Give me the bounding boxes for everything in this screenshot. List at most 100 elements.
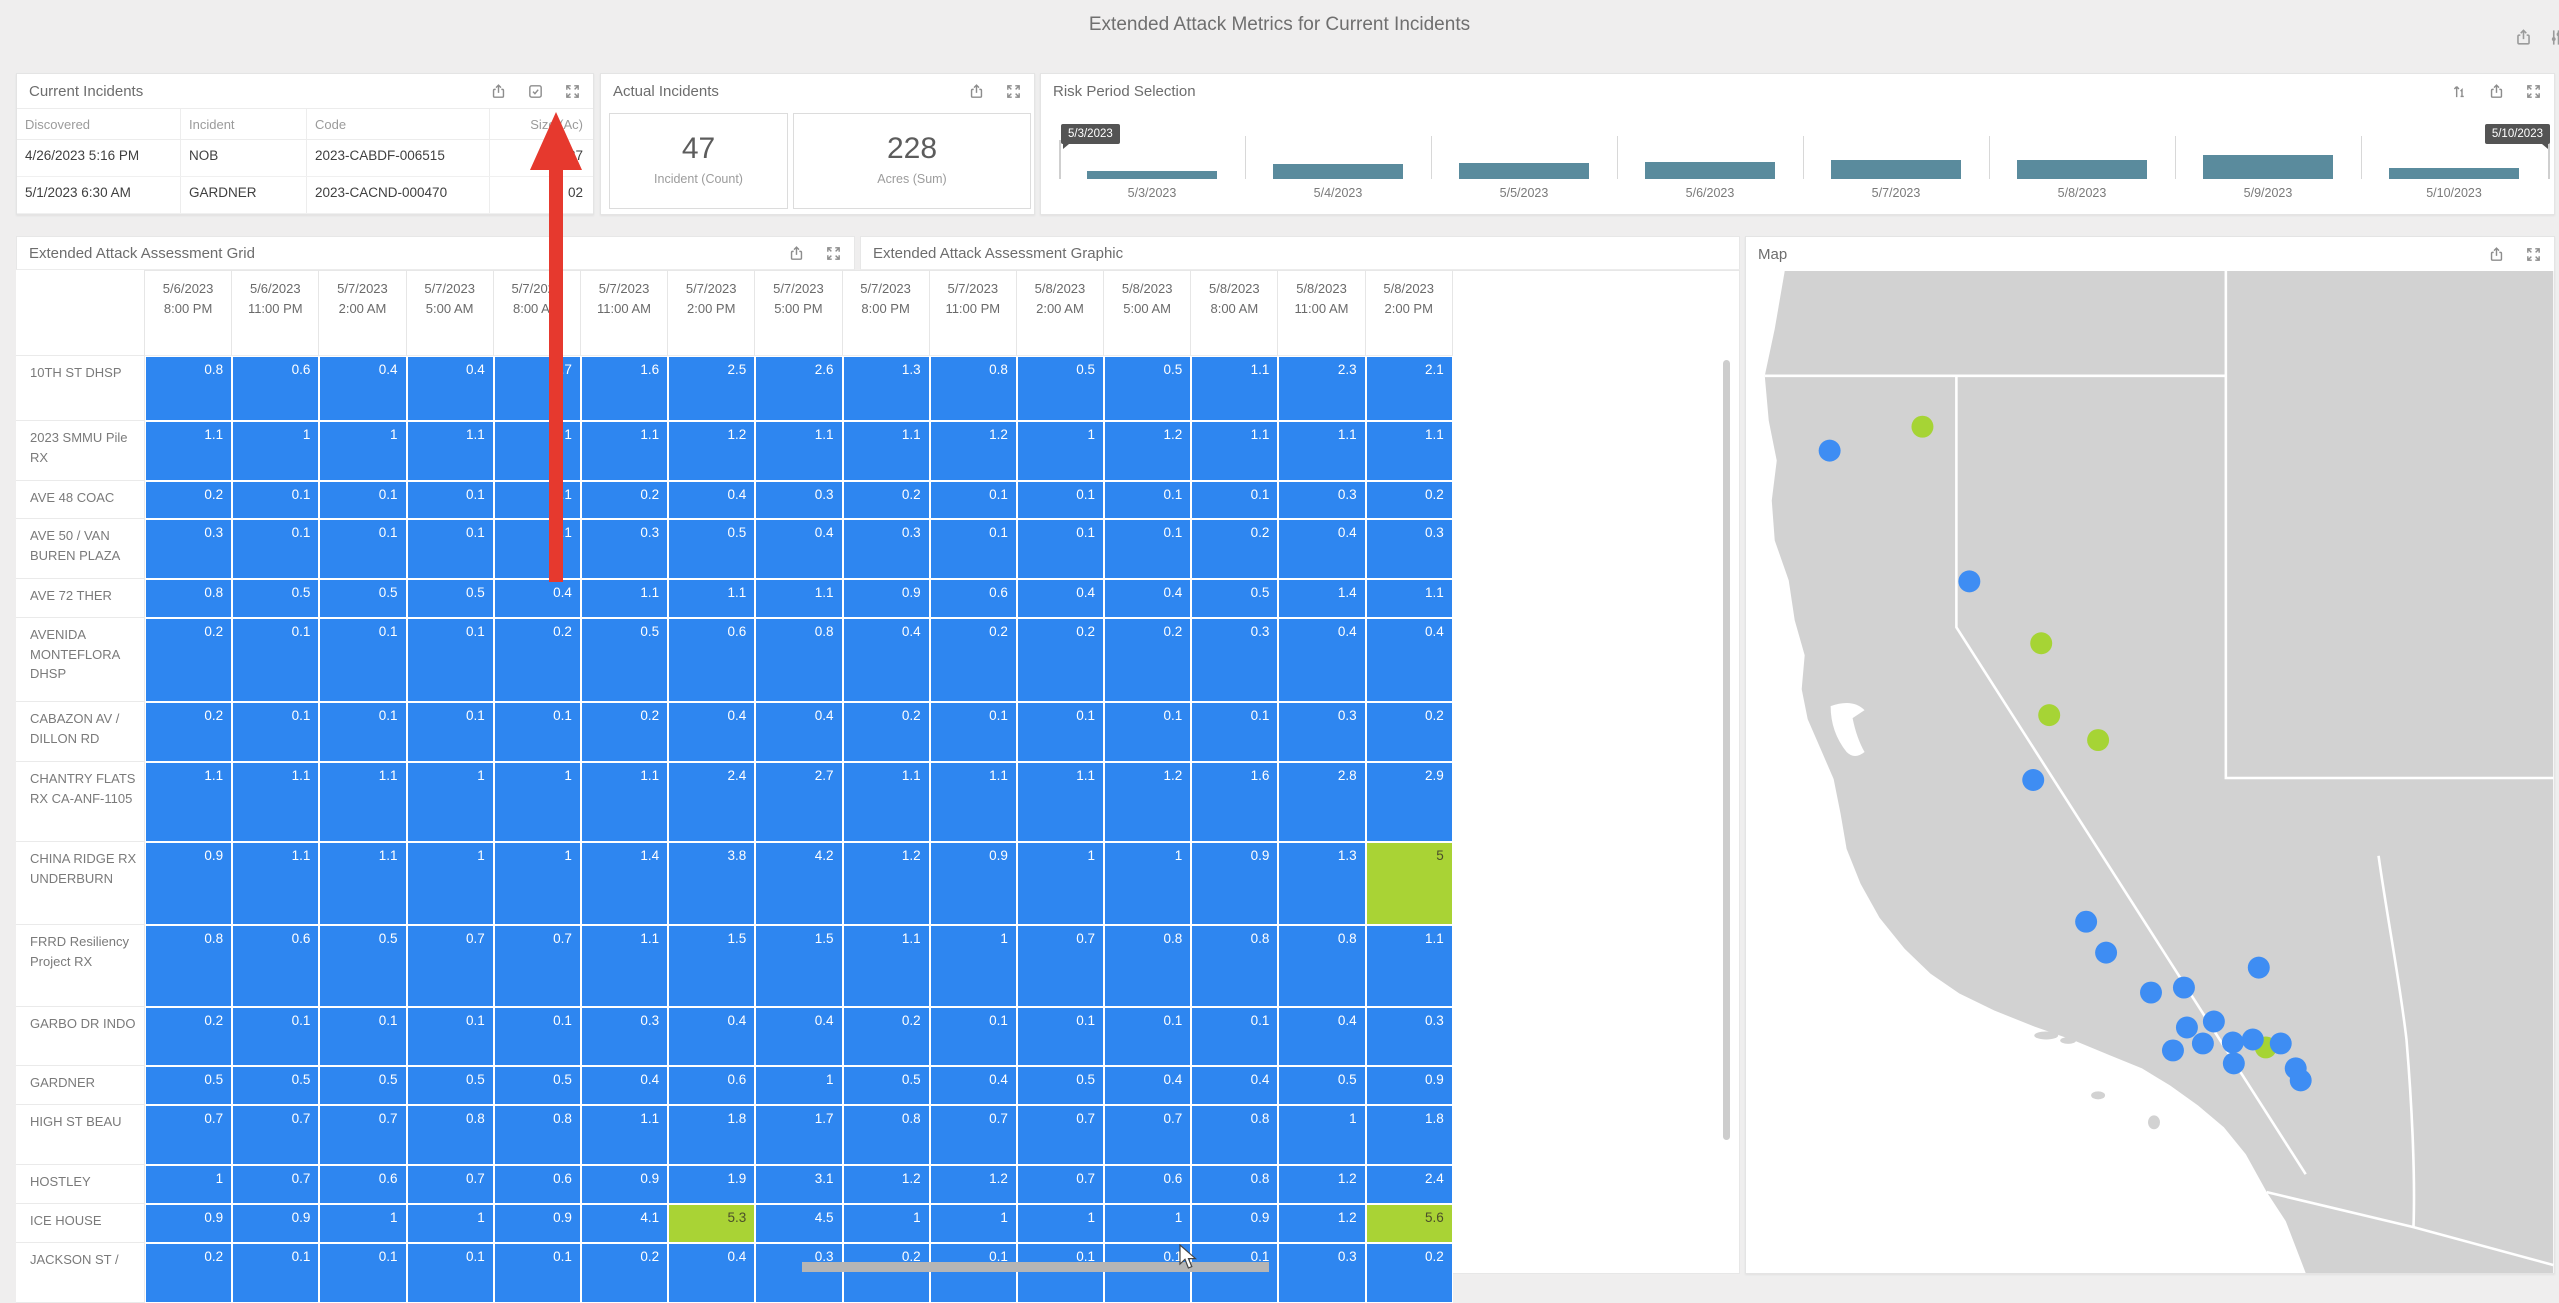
grid-cell[interactable]: 1 [407, 1204, 494, 1243]
table-row[interactable]: 5/1/2023 6:30 AMGARDNER2023-CACND-000470… [17, 177, 593, 214]
grid-cell[interactable]: 0.5 [1191, 579, 1278, 618]
grid-row-label[interactable]: JACKSON ST / [16, 1243, 145, 1303]
grid-cell[interactable]: 0.1 [407, 481, 494, 519]
grid-cell[interactable]: 0.1 [1017, 1243, 1104, 1303]
map-dot-blue[interactable] [2192, 1032, 2214, 1054]
grid-cell[interactable]: 0.1 [232, 519, 319, 579]
risk-bar[interactable] [2203, 155, 2333, 179]
grid-cell[interactable]: 1.1 [1366, 925, 1453, 1007]
grid-cell[interactable]: 1.1 [755, 421, 842, 481]
grid-cell[interactable]: 0.1 [1017, 481, 1104, 519]
grid-cell[interactable]: 0.5 [145, 1066, 232, 1105]
grid-row-label[interactable]: ICE HOUSE [16, 1204, 145, 1243]
expand-icon[interactable] [2525, 83, 2542, 100]
range-slider-start-handle[interactable] [1059, 140, 1061, 179]
grid-cell[interactable]: 4.1 [581, 1204, 668, 1243]
grid-cell[interactable]: 0.1 [1191, 1243, 1278, 1303]
expand-icon[interactable] [1005, 83, 1022, 100]
grid-cell[interactable]: 1 [145, 1165, 232, 1204]
grid-cell[interactable]: 1.1 [1366, 421, 1453, 481]
grid-cell[interactable]: 0.4 [1017, 579, 1104, 618]
grid-cell[interactable]: 0.9 [145, 842, 232, 925]
grid-cell[interactable]: 0.7 [1017, 1165, 1104, 1204]
grid-cell[interactable]: 1 [1278, 1105, 1365, 1165]
grid-cell[interactable]: 1.2 [843, 1165, 930, 1204]
grid-cell[interactable]: 0.6 [930, 579, 1017, 618]
grid-cell[interactable]: 0.7 [930, 1105, 1017, 1165]
grid-cell[interactable]: 1.1 [1191, 421, 1278, 481]
grid-cell[interactable]: 0.4 [1278, 519, 1365, 579]
map-dot-blue[interactable] [2176, 1017, 2198, 1039]
grid-cell[interactable]: 0.3 [581, 1007, 668, 1066]
grid-cell[interactable]: 1.2 [1278, 1165, 1365, 1204]
grid-cell[interactable]: 1.2 [1278, 1204, 1365, 1243]
grid-cell[interactable]: 1.1 [581, 421, 668, 481]
grid-cell[interactable]: 1.1 [843, 762, 930, 842]
grid-cell[interactable]: 1 [1017, 421, 1104, 481]
grid-cell[interactable]: 0.1 [930, 481, 1017, 519]
grid-cell[interactable]: 1.1 [319, 842, 406, 925]
grid-cell[interactable]: 2.5 [668, 356, 755, 421]
grid-cell[interactable]: 0.1 [319, 618, 406, 702]
grid-cell[interactable]: 1.1 [1366, 579, 1453, 618]
grid-cell[interactable]: 0.3 [1278, 702, 1365, 762]
grid-cell[interactable]: 1 [1104, 1204, 1191, 1243]
grid-cell[interactable]: 0.1 [1017, 1007, 1104, 1066]
grid-cell[interactable]: 0.7 [407, 925, 494, 1007]
grid-cell[interactable]: 1.1 [755, 579, 842, 618]
grid-cell[interactable]: 3.1 [755, 1165, 842, 1204]
grid-cell[interactable]: 1 [407, 762, 494, 842]
share-icon[interactable] [2514, 28, 2533, 47]
grid-cell[interactable]: 0.6 [232, 356, 319, 421]
horizontal-scrollbar-thumb[interactable] [802, 1262, 1269, 1272]
map-dot-blue[interactable] [2223, 1052, 2245, 1074]
expand-icon[interactable] [564, 83, 581, 100]
grid-cell[interactable]: 0.7 [232, 1105, 319, 1165]
grid-cell[interactable]: 0.2 [581, 1243, 668, 1303]
grid-cell[interactable]: 2.3 [1278, 356, 1365, 421]
risk-bar[interactable] [1087, 171, 1217, 179]
grid-cell[interactable]: 0.5 [319, 579, 406, 618]
grid-cell[interactable]: 0.3 [145, 519, 232, 579]
grid-cell[interactable]: 0.1 [407, 1007, 494, 1066]
grid-cell[interactable]: 0.8 [145, 579, 232, 618]
grid-cell[interactable]: 0.5 [407, 579, 494, 618]
grid-cell[interactable]: 0.4 [494, 579, 581, 618]
grid-cell[interactable]: 0.4 [407, 356, 494, 421]
grid-cell[interactable]: 0.8 [755, 618, 842, 702]
grid-cell[interactable]: 0.2 [1104, 618, 1191, 702]
grid-cell[interactable]: 0.5 [494, 1066, 581, 1105]
grid-cell[interactable]: 0.8 [145, 925, 232, 1007]
grid-cell[interactable]: 1 [319, 1204, 406, 1243]
grid-cell[interactable]: 1.1 [668, 579, 755, 618]
map-dot-blue[interactable] [2270, 1032, 2292, 1054]
grid-cell[interactable]: 0.2 [1191, 519, 1278, 579]
risk-bar[interactable] [2389, 168, 2519, 179]
grid-cell[interactable]: 1.7 [755, 1105, 842, 1165]
grid-cell[interactable]: 0.1 [930, 1007, 1017, 1066]
grid-cell[interactable]: 0.2 [145, 481, 232, 519]
grid-cell[interactable]: 0.7 [232, 1165, 319, 1204]
grid-cell[interactable]: 0.7 [145, 1105, 232, 1165]
grid-cell[interactable]: 0.9 [494, 1204, 581, 1243]
grid-cell[interactable]: 0.4 [319, 356, 406, 421]
grid-cell[interactable]: 1.1 [1278, 421, 1365, 481]
grid-cell[interactable]: 0.8 [930, 356, 1017, 421]
risk-bar[interactable] [1459, 163, 1589, 179]
grid-cell[interactable]: 0.8 [407, 1105, 494, 1165]
map-dot-blue[interactable] [2203, 1011, 2225, 1033]
grid-cell[interactable]: 0.5 [1017, 356, 1104, 421]
range-slider-end-handle[interactable] [2548, 140, 2550, 179]
grid-cell[interactable]: 0.6 [319, 1165, 406, 1204]
grid-cell[interactable]: 1.5 [755, 925, 842, 1007]
grid-cell[interactable]: 0.4 [930, 1066, 1017, 1105]
grid-cell[interactable]: 1.2 [1104, 421, 1191, 481]
grid-cell[interactable]: 1.4 [581, 842, 668, 925]
grid-cell[interactable]: 0.2 [145, 1243, 232, 1303]
grid-cell[interactable]: 0.9 [1191, 1204, 1278, 1243]
grid-cell[interactable]: 1 [843, 1204, 930, 1243]
grid-cell[interactable]: 1.1 [581, 579, 668, 618]
grid-cell[interactable]: 0.1 [232, 481, 319, 519]
grid-cell[interactable]: 0.6 [1104, 1165, 1191, 1204]
table-row[interactable]: 4/26/2023 5:16 PMNOB2023-CABDF-00651527 [17, 140, 593, 177]
